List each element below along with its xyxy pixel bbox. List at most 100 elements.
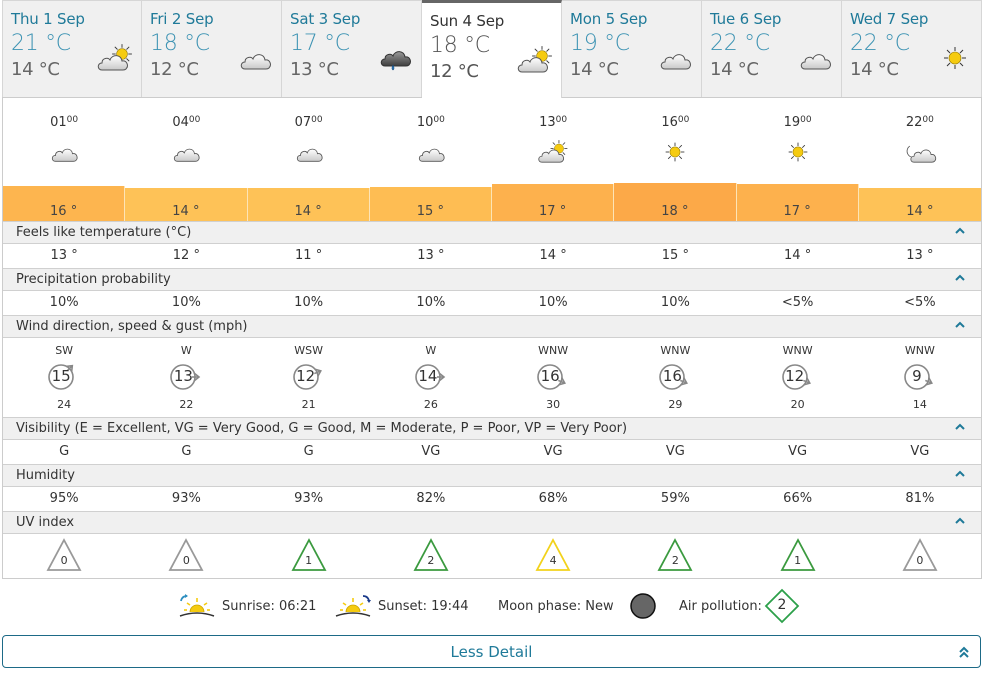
minute-value: 00 — [555, 115, 568, 125]
wind-direction: WSW — [294, 344, 323, 357]
feels-like-value: 15 ° — [661, 248, 689, 263]
chevron-up-icon[interactable] — [953, 271, 967, 285]
humidity-value: 81% — [905, 491, 935, 506]
minute-value: 00 — [677, 115, 690, 125]
wind-gust: 24 — [57, 398, 72, 411]
day-tab[interactable]: Mon 5 Sep 19 °C 14 °C — [562, 0, 702, 97]
uv-column: 1 — [248, 534, 370, 579]
wind-direction: W — [180, 344, 192, 357]
hour-time: 1600 — [614, 115, 736, 131]
visibility-value: VG — [543, 444, 563, 459]
cloud-icon — [240, 54, 271, 70]
wind-column: WNW 16 30 — [492, 338, 614, 417]
precipitation-value: 10% — [538, 295, 568, 310]
air-pollution-value: 2 — [777, 597, 787, 613]
wind-gust: 21 — [301, 398, 316, 411]
chevron-up-icon[interactable] — [953, 318, 967, 332]
sunset-text: Sunset: 19:44 — [378, 598, 469, 614]
day-tab-date: Thu 1 Sep — [11, 10, 85, 28]
minute-value: 00 — [800, 115, 812, 125]
hour-column: 0700 — [248, 98, 370, 182]
visibility-header[interactable]: Visibility (E = Excellent, VG = Very Goo… — [3, 417, 981, 440]
feels-like-value: 11 ° — [295, 248, 323, 263]
hour-column: 2200 — [859, 98, 981, 182]
feels-like-value: 14 ° — [539, 248, 567, 263]
day-tab-date: Sat 3 Sep — [290, 10, 361, 28]
wind-gust: 20 — [790, 398, 805, 411]
uv-column: 2 — [370, 534, 492, 579]
wind-speed: 12 — [296, 367, 316, 385]
wind-speed: 13 — [173, 367, 193, 385]
uv-value: 0 — [182, 554, 190, 567]
uv-badge: 1 — [291, 538, 327, 572]
sun-icon — [787, 142, 808, 162]
uv-value: 1 — [305, 554, 313, 567]
less-detail-button[interactable]: Less Detail — [2, 635, 981, 668]
temperature-bar: 15 ° — [369, 186, 492, 221]
chevron-up-icon[interactable] — [953, 224, 967, 238]
minute-value: 00 — [433, 115, 445, 125]
chevron-up-icon[interactable] — [953, 467, 967, 481]
wind-gust: 26 — [423, 398, 438, 411]
wind-header[interactable]: Wind direction, speed & gust (mph) — [3, 315, 981, 338]
visibility-row: G G G VG VG VG VG VG — [3, 440, 981, 464]
precipitation-value: <5% — [904, 295, 936, 310]
wind-speed: 9 — [912, 367, 922, 385]
chevron-up-icon[interactable] — [953, 420, 967, 434]
feels-like-header[interactable]: Feels like temperature (°C) — [3, 221, 981, 244]
wind-column: WNW 12 20 — [737, 338, 859, 417]
temperature-column: 14 ° — [247, 182, 370, 221]
feels-like-value: 13 ° — [417, 248, 445, 263]
feels-like-title: Feels like temperature (°C) — [16, 225, 192, 240]
air-pollution-badge[interactable]: 2 — [764, 588, 800, 624]
hour-column: 1900 — [737, 98, 859, 182]
uv-value: 4 — [549, 554, 557, 567]
temperature-value: 17 ° — [539, 204, 567, 219]
temperature-column: 16 ° — [3, 182, 126, 221]
hour-value: 13 — [539, 115, 556, 130]
feels-like-value: 13 ° — [906, 248, 934, 263]
wind-gust: 30 — [546, 398, 561, 411]
day-tab[interactable]: Sun 4 Sep 18 °C 12 °C — [422, 0, 562, 98]
day-tabs: Thu 1 Sep 21 °C 14 °C Fri 2 Sep 18 °C 12 °C Sa… — [2, 0, 982, 98]
temperature-value: 16 ° — [50, 204, 78, 219]
temperature-column: 18 ° — [614, 182, 737, 221]
day-tab[interactable]: Wed 7 Sep 22 °C 14 °C — [842, 0, 982, 97]
precipitation-value: 10% — [416, 295, 446, 310]
wind-direction: W — [425, 344, 437, 357]
temperature-value: 17 ° — [783, 204, 811, 219]
sunset-icon — [335, 595, 371, 617]
chevron-up-icon[interactable] — [953, 514, 967, 528]
precipitation-title: Precipitation probability — [16, 272, 171, 287]
wind-column: WSW 12 21 — [248, 338, 370, 417]
precipitation-value: 10% — [294, 295, 324, 310]
precipitation-value: 10% — [171, 295, 201, 310]
hour-value: 07 — [294, 115, 312, 130]
sun-cloud-icon — [538, 139, 568, 163]
uv-header[interactable]: UV index — [3, 511, 981, 534]
day-tab[interactable]: Sat 3 Sep 17 °C 13 °C — [282, 0, 422, 97]
uv-value: 1 — [794, 554, 802, 567]
day-tab[interactable]: Tue 6 Sep 22 °C 14 °C — [702, 0, 842, 97]
uv-column: 4 — [492, 534, 614, 579]
hour-column: 1000 — [370, 98, 492, 182]
feels-like-value: 14 ° — [784, 248, 812, 263]
hour-column: 0400 — [125, 98, 247, 182]
air-pollution-info: Air pollution: 2 — [679, 588, 800, 624]
cloud-icon — [52, 148, 78, 162]
precipitation-row: 10% 10% 10% 10% 10% 10% <5% <5% — [3, 291, 981, 315]
moon-phase-info: Moon phase: New — [498, 588, 664, 624]
sun-cloud-icon — [517, 45, 553, 73]
temperature-column: 17 ° — [492, 182, 615, 221]
temperature-bar: 17 ° — [492, 184, 615, 221]
humidity-header[interactable]: Humidity — [3, 464, 981, 487]
day-tab[interactable]: Thu 1 Sep 21 °C 14 °C — [2, 0, 142, 97]
day-tab[interactable]: Fri 2 Sep 18 °C 12 °C — [142, 0, 282, 97]
precipitation-header[interactable]: Precipitation probability — [3, 268, 981, 291]
wind-title: Wind direction, speed & gust (mph) — [16, 319, 248, 334]
visibility-value: VG — [788, 444, 808, 459]
temperature-bar: 14 ° — [247, 188, 370, 221]
temperature-column: 14 ° — [125, 182, 248, 221]
day-tab-date: Mon 5 Sep — [570, 10, 648, 28]
moon-cloud-icon — [906, 145, 936, 163]
